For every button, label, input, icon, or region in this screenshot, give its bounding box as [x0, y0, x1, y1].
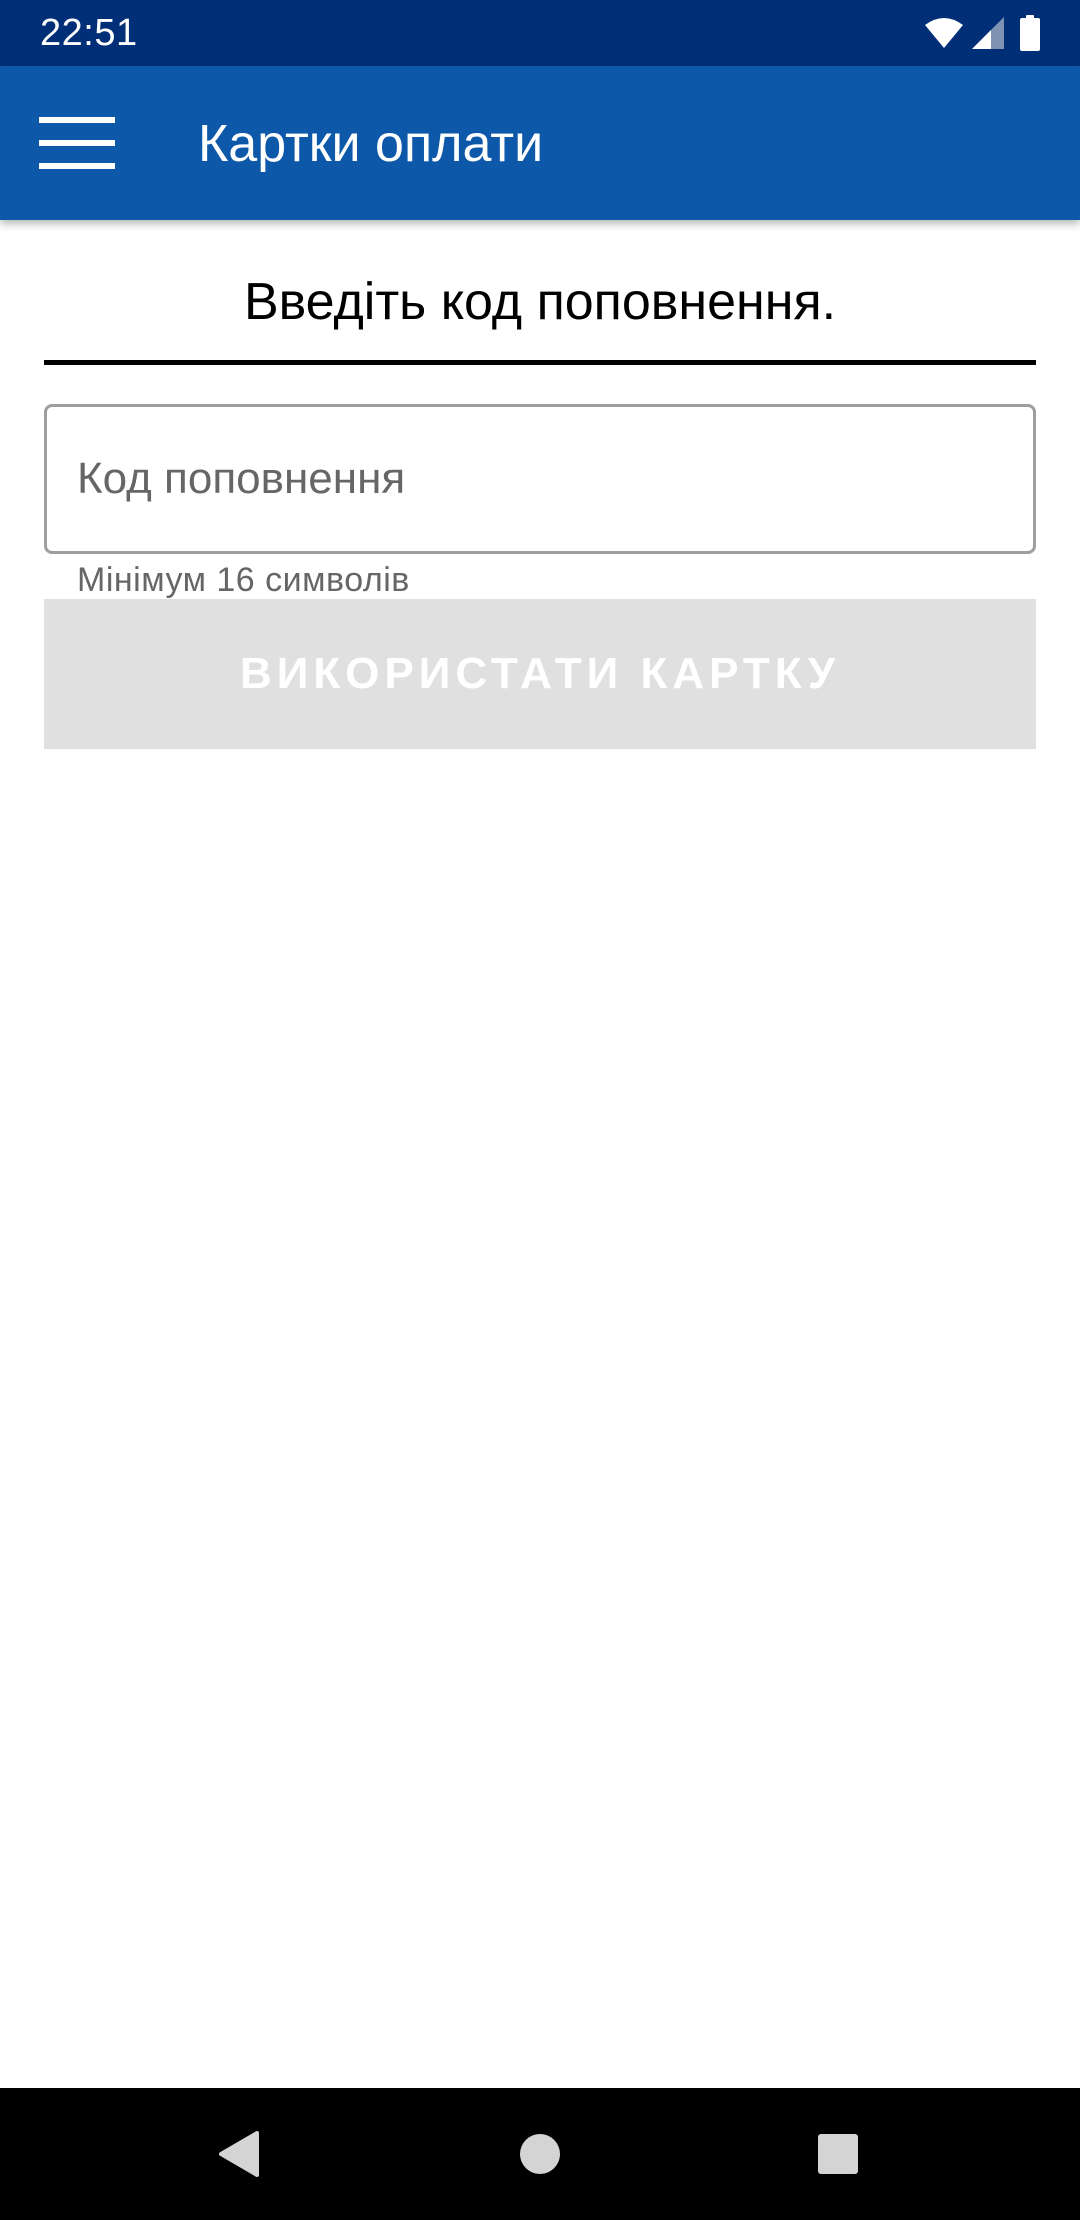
redeem-code-input[interactable] [44, 404, 1036, 554]
system-nav-bar [0, 2088, 1080, 2220]
helper-text: Мінімум 16 символів [77, 561, 410, 599]
wifi-icon [924, 17, 964, 49]
hamburger-menu-icon [39, 117, 115, 169]
recents-icon [817, 2133, 859, 2175]
menu-button[interactable] [20, 93, 134, 193]
nav-recents-button[interactable] [788, 2104, 888, 2204]
home-icon [519, 2133, 561, 2175]
status-icons [924, 14, 1040, 52]
redeem-code-form: Введіть код поповнення. Мінімум 16 симво… [0, 220, 1080, 2088]
use-card-button[interactable]: ВИКОРИСТАТИ КАРТКУ [44, 599, 1036, 749]
nav-home-button[interactable] [490, 2104, 590, 2204]
status-bar: 22:51 [0, 0, 1080, 66]
cell-signal-icon [972, 17, 1004, 49]
back-icon [219, 2131, 259, 2177]
status-time: 22:51 [40, 12, 138, 54]
page-title: Картки оплати [198, 115, 544, 173]
divider [44, 360, 1036, 365]
app-bar: Картки оплати [0, 66, 1080, 220]
battery-icon [1020, 15, 1040, 51]
instruction-text: Введіть код поповнення. [243, 273, 837, 331]
nav-back-button[interactable] [189, 2104, 289, 2204]
